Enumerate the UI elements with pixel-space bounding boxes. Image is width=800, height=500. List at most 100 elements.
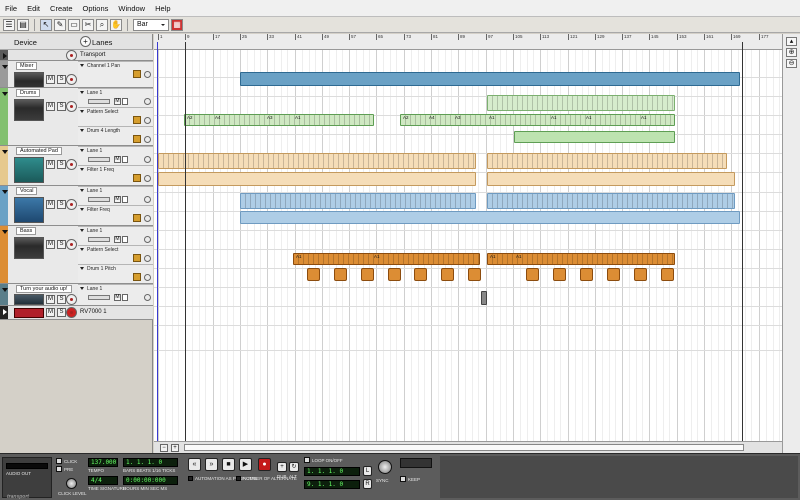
lane-slider[interactable] [88, 295, 110, 300]
lane-arrow-icon[interactable] [80, 91, 84, 94]
automation-clip[interactable] [240, 211, 740, 224]
lane-open-button[interactable] [122, 294, 128, 301]
lane-delete-button[interactable] [144, 98, 151, 105]
lane-slider[interactable] [88, 99, 110, 104]
track-name[interactable]: Bass [16, 227, 37, 235]
record-button[interactable]: ● [258, 458, 271, 471]
pitch-step-block[interactable] [634, 268, 647, 281]
device-thumbnail[interactable] [14, 72, 44, 87]
left-locator-display[interactable]: 1. 1. 1. 0 [304, 467, 360, 476]
song-position-line[interactable] [157, 42, 158, 453]
record-enable-button[interactable] [66, 239, 77, 250]
zoom-in-icon[interactable]: + [171, 444, 179, 452]
solo-button[interactable]: S [57, 200, 66, 209]
lane-delete-button[interactable] [144, 294, 151, 301]
lane-slider[interactable] [88, 237, 110, 242]
vertical-scrollbar[interactable]: ▴ ⊕ ⊖ [782, 34, 800, 453]
expand-arrow-icon[interactable] [3, 53, 7, 59]
lane-delete-button[interactable] [144, 196, 151, 203]
solo-button[interactable]: S [57, 160, 66, 169]
record-enable-button[interactable] [66, 101, 77, 112]
lane-delete-button[interactable] [144, 255, 151, 262]
menu-file[interactable]: File [0, 0, 22, 17]
device-thumbnail[interactable] [14, 197, 44, 223]
scroll-up-icon[interactable]: ▴ [786, 37, 797, 46]
lane[interactable]: Drum 4 Length [78, 126, 153, 145]
device-thumbnail[interactable] [14, 157, 44, 183]
position-display[interactable]: 1. 1. 1. 0 [123, 458, 178, 467]
track-name[interactable]: Turn your audio up! [16, 285, 72, 293]
record-enable-button[interactable] [66, 50, 77, 60]
pencil-tool-icon[interactable]: ✎ [54, 18, 66, 31]
device-thumbnail[interactable] [14, 99, 44, 121]
automation-clip[interactable] [487, 172, 735, 186]
lane-arrow-icon[interactable] [80, 149, 84, 152]
left-locator-line[interactable] [185, 42, 186, 453]
tempo-display[interactable]: 137.000 [88, 458, 118, 467]
lane[interactable]: Lane 1 M [78, 88, 153, 107]
track-automated-pad[interactable]: Automated Pad M S Lane 1 M Filter 1 Freq [0, 146, 153, 186]
pitch-step-block[interactable] [441, 268, 454, 281]
eraser-tool-icon[interactable]: ▭ [68, 18, 80, 31]
razor-tool-icon[interactable]: ✂ [82, 18, 94, 31]
menu-create[interactable]: Create [45, 0, 78, 17]
lane-open-button[interactable] [122, 98, 128, 105]
snap-value-select[interactable]: Bar [133, 18, 169, 31]
horizontal-scrollbar[interactable]: − + [154, 441, 782, 453]
pattern-clip[interactable]: A1 A1 [487, 253, 675, 265]
lane-mute-button[interactable]: M [114, 156, 121, 163]
click-level-knob[interactable] [66, 478, 77, 489]
precount-checkbox[interactable] [56, 466, 62, 472]
pitch-step-block[interactable] [607, 268, 620, 281]
device-thumbnail[interactable] [14, 294, 44, 305]
mute-button[interactable]: M [46, 160, 55, 169]
automation-clip[interactable] [514, 131, 675, 143]
lane-delete-button[interactable] [144, 236, 151, 243]
automation-clip[interactable] [240, 72, 740, 86]
note-clip[interactable] [487, 153, 727, 169]
mute-button[interactable]: M [46, 295, 55, 304]
solo-button[interactable]: S [57, 240, 66, 249]
sync-knob[interactable] [378, 460, 392, 474]
fast-forward-button[interactable]: » [205, 458, 218, 471]
zoom-out-vertical-icon[interactable]: ⊖ [786, 59, 797, 68]
collapse-arrow-icon[interactable] [2, 288, 8, 292]
loop-checkbox[interactable] [304, 457, 310, 463]
mute-button[interactable]: M [46, 200, 55, 209]
lane-mute-button[interactable]: M [114, 98, 121, 105]
lane[interactable]: Filter 1 Freq [78, 165, 153, 185]
lane-delete-button[interactable] [144, 71, 151, 78]
automation-clip-button[interactable] [133, 116, 141, 124]
lane-delete-button[interactable] [144, 215, 151, 222]
click-checkbox[interactable] [56, 458, 62, 464]
lane-slider[interactable] [88, 157, 110, 162]
collapse-arrow-icon[interactable] [2, 150, 8, 154]
lane-arrow-icon[interactable] [80, 229, 84, 232]
lane[interactable]: Pattern Select [78, 107, 153, 126]
sequencer-arrange-area[interactable]: 1 9 17 25 33 41 49 57 65 73 81 89 97 105 113 121 129 137 1… [154, 34, 782, 453]
lane[interactable]: Filter Freq [78, 205, 153, 225]
automation-clip-button[interactable] [133, 70, 141, 78]
note-clip[interactable] [487, 95, 675, 111]
right-locator-display[interactable]: 9. 1. 1. 0 [304, 480, 360, 489]
lane-arrow-icon[interactable] [80, 208, 84, 211]
lane-arrow-icon[interactable] [80, 64, 84, 67]
zoom-in-vertical-icon[interactable]: ⊕ [786, 48, 797, 57]
expand-arrow-icon[interactable] [3, 309, 7, 315]
track-vocal[interactable]: Vocal M S Lane 1 M Filter Freq [0, 186, 153, 226]
time-signature-display[interactable]: 4/4 [88, 476, 118, 485]
lane-delete-button[interactable] [144, 274, 151, 281]
track-name[interactable]: Automated Pad [16, 147, 62, 155]
lane[interactable]: Lane 1 M [78, 284, 153, 305]
collapse-arrow-icon[interactable] [2, 92, 8, 96]
arrow-tool-icon[interactable]: ↖ [40, 18, 52, 31]
pitch-step-block[interactable] [526, 268, 539, 281]
zoom-out-icon[interactable]: − [160, 444, 168, 452]
lane[interactable]: Drum 1 Pitch [78, 264, 153, 283]
automation-clip-button[interactable] [133, 174, 141, 182]
record-enable-button[interactable] [66, 159, 77, 170]
lane-arrow-icon[interactable] [80, 168, 84, 171]
lane-arrow-icon[interactable] [80, 248, 84, 251]
automation-clip-button[interactable] [133, 273, 141, 281]
pattern-clip[interactable]: A1 A1 [293, 253, 480, 265]
